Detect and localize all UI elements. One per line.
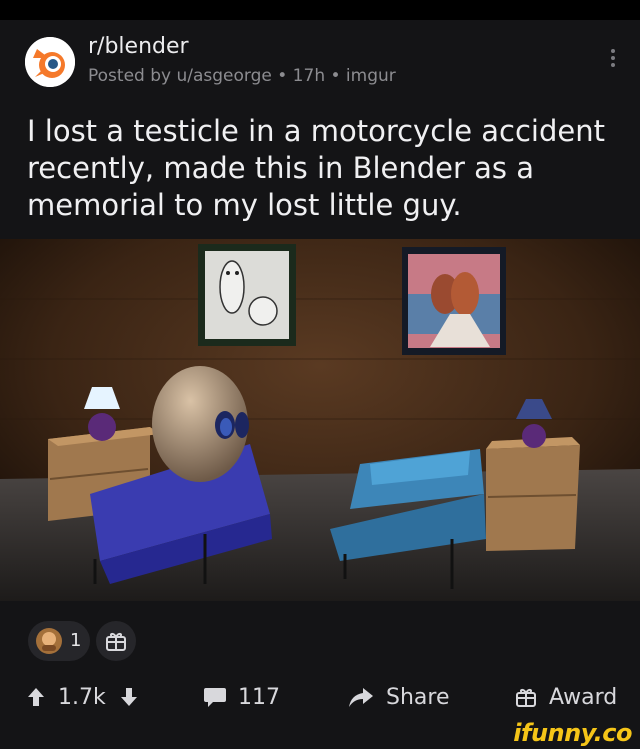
downvote-arrow-icon[interactable] [120,686,138,708]
gift-icon [106,633,126,651]
subreddit-name[interactable]: r/blender [88,34,189,59]
comment-icon[interactable] [203,686,227,708]
status-bar [0,0,640,20]
share-arrow-icon[interactable] [348,686,374,708]
post-actions: 1.7k 117 Share Award [0,677,640,725]
upvote-arrow-icon[interactable] [27,686,45,708]
post-header: r/blender Posted by u/asgeorge • 17h • i… [0,20,640,100]
comment-count[interactable]: 117 [238,685,280,710]
ifunny-watermark: ifunny.co [513,719,632,747]
award-badge-icon [36,628,62,654]
share-button[interactable]: Share [386,685,450,710]
bedroom-render-illustration [0,239,640,601]
post-title: I lost a testicle in a motorcycle accide… [27,114,605,222]
more-options-icon[interactable] [605,46,621,76]
post-meta: Posted by u/asgeorge • 17h • imgur [88,66,396,86]
give-award-button[interactable] [96,621,136,661]
awards-row: 1 [0,617,640,667]
award-chip[interactable]: 1 [28,621,90,661]
vote-count: 1.7k [58,685,106,710]
award-count: 1 [70,630,82,651]
blender-logo-icon [25,37,75,87]
award-button[interactable]: Award [549,685,617,710]
subreddit-avatar[interactable] [25,37,75,87]
post-image[interactable] [0,239,640,601]
award-gift-icon[interactable] [515,686,537,708]
